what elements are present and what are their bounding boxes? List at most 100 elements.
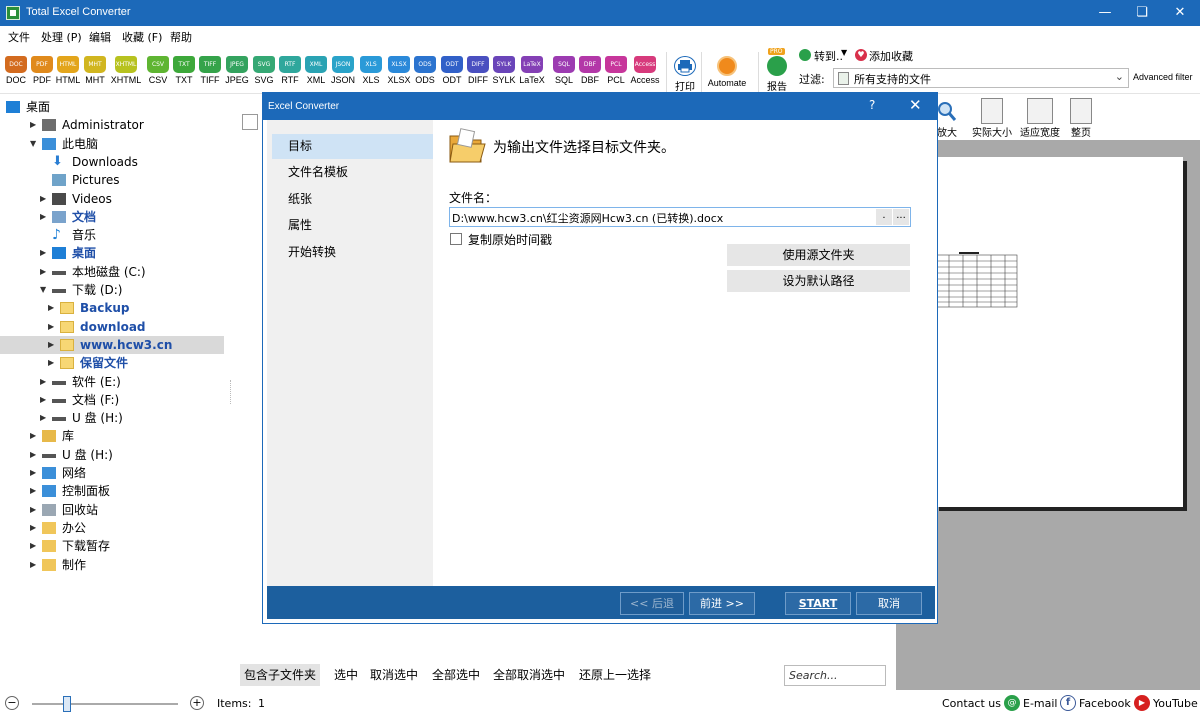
tree-item[interactable]: ▶ 文档	[0, 208, 224, 226]
back-button[interactable]: << 后退	[620, 592, 684, 615]
tree-item[interactable]: ▶ 库	[0, 427, 224, 445]
tree-item[interactable]: ▶ 控制面板	[0, 482, 224, 500]
expand-arrow-icon[interactable]: ▶	[40, 409, 50, 427]
tree-item[interactable]: ▼ 下载 (D:)	[0, 281, 224, 299]
goto-dropdown-icon[interactable]: ▼	[841, 48, 847, 57]
tree-item[interactable]: Pictures	[0, 171, 224, 189]
tree-item[interactable]: ▶ Administrator	[0, 116, 224, 134]
expand-arrow-icon[interactable]: ▶	[30, 501, 40, 519]
tree-item[interactable]: ♪ 音乐	[0, 226, 224, 244]
expand-arrow-icon[interactable]: ▶	[30, 464, 40, 482]
tree-item[interactable]: ▶ 保留文件	[0, 354, 224, 372]
tree-item[interactable]: ▼ 此电脑	[0, 135, 224, 153]
restore-selection-button[interactable]: 还原上一选择	[575, 664, 655, 686]
expand-arrow-icon[interactable]: ▶	[40, 190, 50, 208]
deselect-all-button[interactable]: 全部取消选中	[489, 664, 569, 686]
select-all-button[interactable]: 全部选中	[428, 664, 484, 686]
tree-item[interactable]: ▶ 网络	[0, 464, 224, 482]
expand-arrow-icon[interactable]: ▶	[40, 208, 50, 226]
tree-item[interactable]: ▶ 本地磁盘 (C:)	[0, 263, 224, 281]
expand-arrow-icon[interactable]: ▶	[40, 244, 50, 262]
format-button-latex[interactable]: LaTeX LaTeX	[519, 56, 545, 90]
expand-arrow-icon[interactable]: ▶	[30, 116, 40, 134]
tree-item[interactable]: ▶ 制作	[0, 556, 224, 574]
nav-properties[interactable]: 属性	[272, 213, 434, 238]
tree-item[interactable]: ▶ Backup	[0, 299, 224, 317]
dialog-help-button[interactable]: ?	[869, 98, 875, 112]
expand-arrow-icon[interactable]: ▶	[48, 318, 58, 336]
collapse-arrow-icon[interactable]: ▼	[30, 135, 40, 153]
expand-arrow-icon[interactable]: ▶	[30, 427, 40, 445]
deselect-button[interactable]: 取消选中	[366, 664, 422, 686]
window-close-button[interactable]: ✕	[1160, 0, 1200, 26]
actual-size-button[interactable]: 实际大小	[970, 98, 1014, 139]
print-button[interactable]: 打印	[672, 56, 698, 93]
expand-arrow-icon[interactable]: ▶	[30, 519, 40, 537]
tree-item[interactable]: ⬇ Downloads	[0, 153, 224, 171]
splitter-handle[interactable]	[230, 380, 233, 404]
tree-item[interactable]: 桌面	[0, 98, 224, 116]
email-link[interactable]: E-mail	[1023, 697, 1058, 710]
select-button[interactable]: 选中	[330, 664, 362, 686]
expand-arrow-icon[interactable]: ▶	[30, 446, 40, 464]
goto-button[interactable]: 转到..	[814, 48, 843, 64]
browse-button[interactable]: ...	[893, 209, 909, 225]
format-button-mht[interactable]: MHT MHT	[83, 56, 107, 90]
format-button-xls[interactable]: XLS XLS	[359, 56, 383, 90]
tree-item[interactable]: ▶ 桌面	[0, 244, 224, 262]
tree-item[interactable]: ▶ 文档 (F:)	[0, 391, 224, 409]
expand-arrow-icon[interactable]: ▶	[30, 556, 40, 574]
expand-arrow-icon[interactable]: ▶	[48, 299, 58, 317]
cancel-button[interactable]: 取消	[856, 592, 922, 615]
zoom-slider-track[interactable]	[32, 703, 178, 705]
expand-arrow-icon[interactable]: ▶	[48, 354, 58, 372]
format-button-json[interactable]: JSON JSON	[331, 56, 355, 90]
expand-arrow-icon[interactable]: ▶	[40, 263, 50, 281]
tree-item[interactable]: ▶ 办公	[0, 519, 224, 537]
dialog-close-button[interactable]: ✕	[909, 96, 922, 114]
next-button[interactable]: 前进 >>	[689, 592, 755, 615]
format-button-pcl[interactable]: PCL PCL	[604, 56, 628, 90]
whole-page-button[interactable]: 整页	[1066, 98, 1096, 139]
tree-item[interactable]: ▶ U 盘 (H:)	[0, 409, 224, 427]
menu-favorites[interactable]: 收藏 (F)	[122, 29, 162, 45]
nav-start-conversion[interactable]: 开始转换	[272, 240, 434, 265]
tree-item[interactable]: ▶ download	[0, 318, 224, 336]
set-default-path-button[interactable]: 设为默认路径	[727, 270, 910, 292]
minimize-button[interactable]: —	[1085, 0, 1125, 26]
automate-button[interactable]: Automate	[708, 56, 746, 90]
nav-paper[interactable]: 纸张	[272, 187, 434, 212]
nav-filename-template[interactable]: 文件名模板	[272, 160, 434, 185]
dot-button[interactable]: .	[876, 209, 892, 225]
menu-file[interactable]: 文件	[8, 29, 30, 45]
search-input[interactable]: Search...	[784, 665, 886, 686]
include-subfolders-toggle[interactable]: 包含子文件夹	[240, 664, 321, 686]
format-button-sylk[interactable]: SYLK SYLK	[492, 56, 516, 90]
expand-arrow-icon[interactable]: ▶	[40, 391, 50, 409]
expand-arrow-icon[interactable]: ▶	[40, 373, 50, 391]
select-all-checkbox[interactable]	[242, 114, 258, 130]
advanced-filter-button[interactable]: Advanced filter	[1133, 72, 1193, 82]
tree-item[interactable]: ▶ 回收站	[0, 501, 224, 519]
tree-item[interactable]: ▶ Videos	[0, 190, 224, 208]
add-favorite-button[interactable]: 添加收藏	[869, 48, 913, 64]
tree-item[interactable]: ▶ U 盘 (H:)	[0, 446, 224, 464]
report-button[interactable]: PRO 报告	[764, 48, 790, 93]
tree-item[interactable]: ▶ 软件 (E:)	[0, 373, 224, 391]
zoom-slider-thumb[interactable]	[63, 696, 71, 712]
format-button-xhtml[interactable]: XHTML XHTML	[111, 56, 141, 90]
youtube-link[interactable]: YouTube	[1153, 697, 1198, 710]
expand-arrow-icon[interactable]: ▶	[30, 537, 40, 555]
contact-link[interactable]: Contact us	[942, 697, 1001, 710]
expand-arrow-icon[interactable]: ▶	[48, 336, 58, 354]
format-button-access[interactable]: Access Access	[630, 56, 660, 90]
zoom-out-icon[interactable]: −	[5, 696, 19, 710]
tree-item[interactable]: ▶ www.hcw3.cn	[0, 335, 224, 354]
tree-item[interactable]: ▶ 下载暂存	[0, 537, 224, 555]
nav-target[interactable]: 目标	[272, 134, 434, 159]
facebook-link[interactable]: Facebook	[1079, 697, 1131, 710]
menu-help[interactable]: 帮助	[170, 29, 192, 45]
collapse-arrow-icon[interactable]: ▼	[40, 281, 50, 299]
start-button[interactable]: START	[785, 592, 851, 615]
use-source-folder-button[interactable]: 使用源文件夹	[727, 244, 910, 266]
